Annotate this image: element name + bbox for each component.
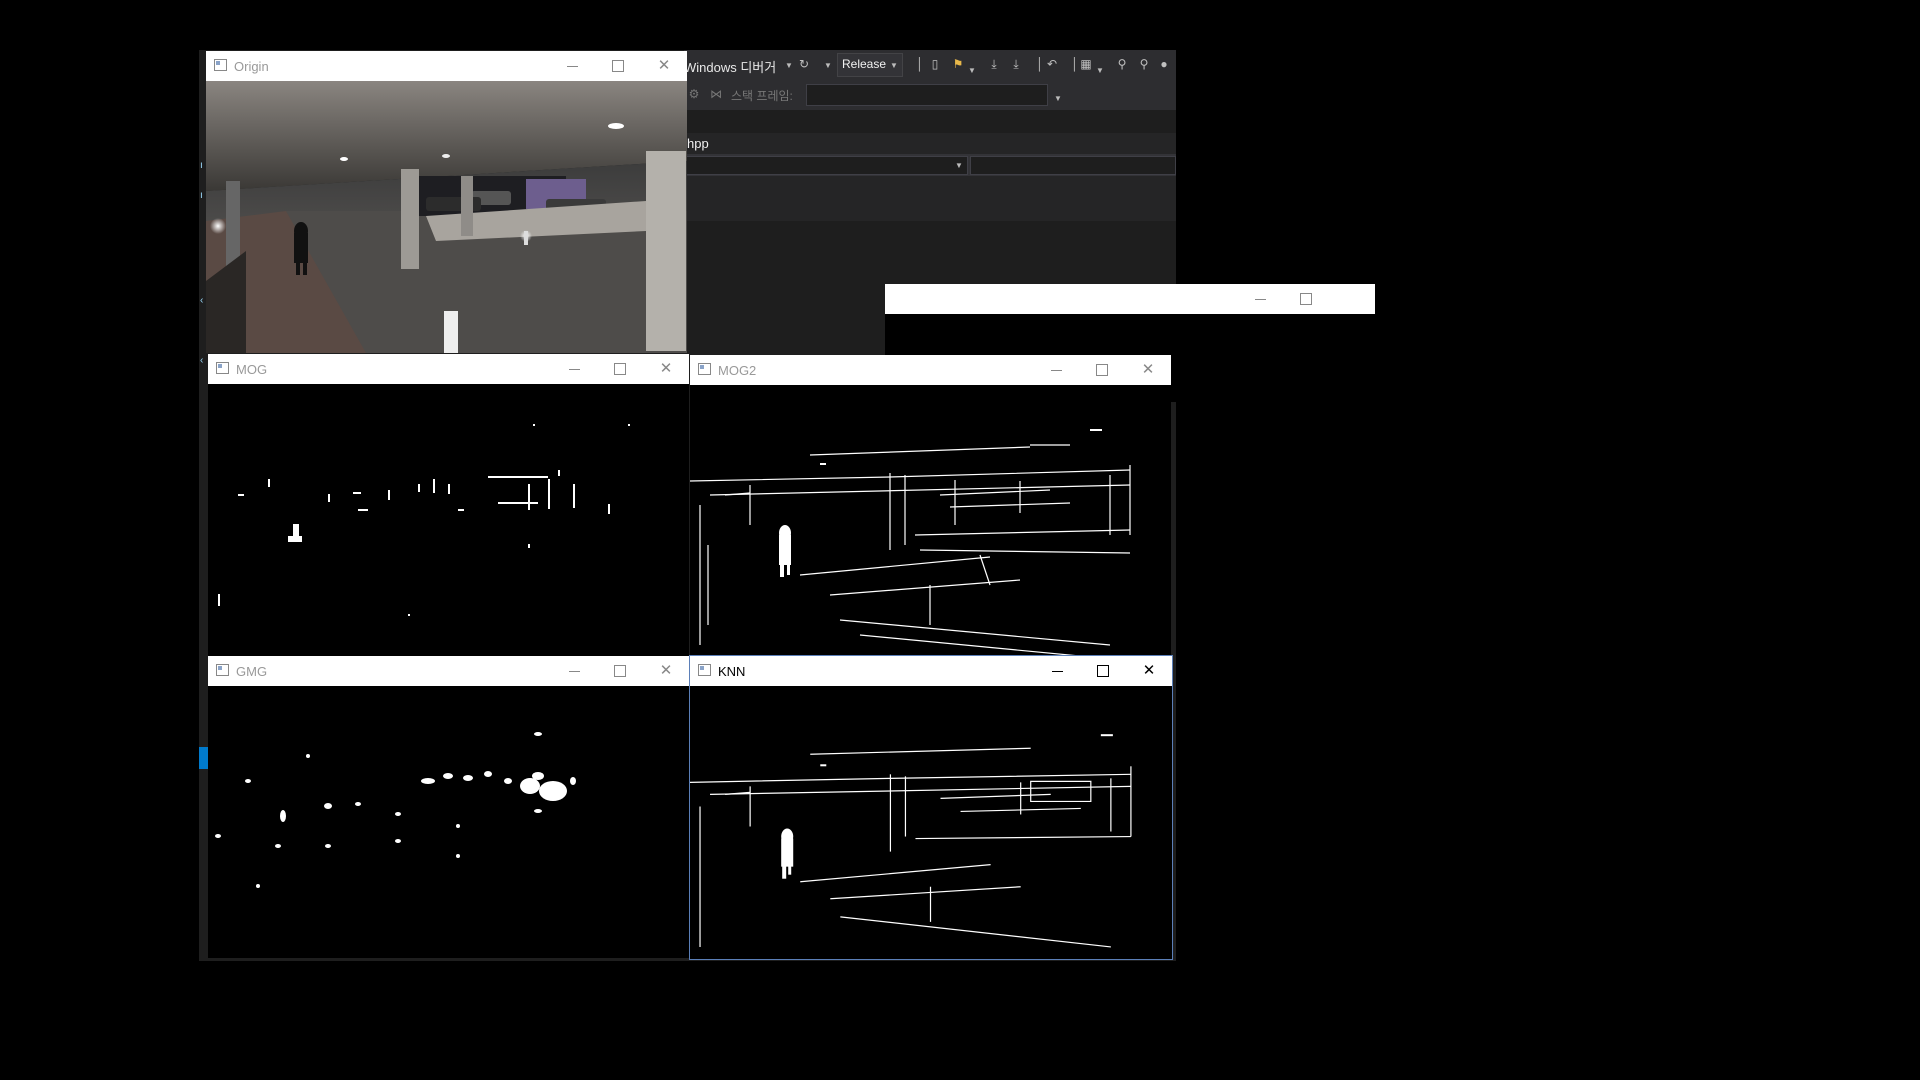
window-titlebar[interactable]: KNN ✕ [690,656,1172,686]
chevron-down-icon[interactable]: ▼ [968,66,976,75]
video-frame [206,81,687,353]
window-title: Origin [234,59,269,74]
minimize-icon[interactable] [1034,656,1080,686]
strip-glyph: ı [200,160,203,171]
config-label: Release [842,57,887,71]
app-icon [216,664,229,676]
vs-toolbar: Windows 디버거 ▼ ↻ ▼ Release ▼ │ ▯ ⚑ ▼ ⤓ ⤓ … [684,50,1176,80]
file-tab[interactable]: hpp [687,136,709,151]
config-dropdown[interactable]: Release ▼ [837,53,903,77]
window-titlebar[interactable]: GMG ✕ [208,656,689,686]
flag-icon[interactable]: ⚑ [950,56,966,72]
download-all-icon[interactable]: ⤓ [1008,56,1024,72]
filter-icon[interactable]: ⋈ [708,86,724,102]
foreground-mask [690,385,1171,657]
zoom-out-icon[interactable]: ⚲ [1136,56,1152,72]
window-title: KNN [718,664,746,679]
close-icon[interactable]: ✕ [1126,656,1172,686]
debugger-label: Windows 디버거 [684,60,777,75]
strip-glyph: ‹ [200,355,204,366]
app-icon [698,363,711,375]
app-icon [216,362,229,374]
chevron-down-icon[interactable]: ▼ [785,61,793,70]
maximize-icon[interactable] [1283,284,1329,314]
background-window-titlebar [885,284,1375,314]
parking-garage-image [206,81,687,353]
knn-mask-image [690,734,1132,948]
foreground-mask [208,686,689,958]
mog2-mask-image [690,429,1131,657]
mog-mask-image [218,424,630,616]
app-icon [214,59,227,71]
window-titlebar[interactable]: Origin ✕ [206,51,687,81]
close-icon[interactable]: ✕ [643,354,689,384]
chevron-down-icon: ▼ [955,161,963,170]
minimize-icon[interactable] [551,354,597,384]
vs-debug-location-toolbar: ⚙ ⋈ 스택 프레임: ▼ [684,80,1176,110]
mog2-window: MOG2 ✕ [690,355,1171,657]
separator-icon: │ [916,57,924,71]
minimize-icon[interactable] [1033,355,1079,385]
knn-window: KNN ✕ [689,655,1173,960]
hand-icon[interactable]: ● [1156,56,1172,72]
strip-glyph: ‹ [200,295,204,306]
thread-icon[interactable]: ⚙ [686,86,702,102]
chevron-down-icon[interactable]: ▼ [1054,94,1062,103]
stack-frame-dropdown[interactable] [806,84,1048,106]
strip-highlight [199,747,208,769]
editor-header [684,133,1176,221]
maximize-icon[interactable] [1080,656,1126,686]
minimize-icon[interactable] [551,656,597,686]
window-titlebar[interactable]: MOG ✕ [208,354,689,384]
mog-window: MOG ✕ [208,354,689,656]
close-icon[interactable]: ✕ [643,656,689,686]
window-title: MOG2 [718,363,757,378]
minimize-icon[interactable] [549,51,595,81]
foreground-mask [208,384,689,656]
debugger-dropdown[interactable]: Windows 디버거 [684,57,776,76]
zoom-in-icon[interactable]: ⚲ [1114,56,1130,72]
refresh-icon[interactable]: ↻ [796,56,812,72]
strip-glyph: ı [200,190,203,201]
maximize-icon[interactable] [1079,355,1125,385]
undo-icon[interactable]: ↶ [1044,56,1060,72]
close-icon[interactable]: ✕ [641,51,687,81]
chevron-down-icon[interactable]: ▼ [824,61,832,70]
close-icon[interactable]: ✕ [1125,355,1171,385]
maximize-icon[interactable] [595,51,641,81]
window-title: MOG [236,362,268,377]
download-icon[interactable]: ⤓ [986,56,1002,72]
minimize-icon[interactable] [1237,284,1283,314]
grid-icon[interactable]: ▦ [1078,56,1094,72]
chevron-down-icon[interactable]: ▼ [1096,66,1104,75]
gmg-window: GMG ✕ [208,656,689,958]
origin-window: Origin ✕ [206,51,687,353]
bookmark-icon[interactable]: ▯ [927,56,943,72]
scope-dropdown[interactable]: ▼ [686,156,968,175]
maximize-icon[interactable] [597,656,643,686]
gmg-mask-image [215,732,576,888]
chevron-down-icon: ▼ [890,61,898,70]
member-dropdown[interactable] [970,156,1176,175]
window-title: GMG [236,664,268,679]
foreground-mask [690,686,1172,959]
app-icon [698,664,711,676]
stack-frame-label: 스택 프레임: [731,89,793,103]
window-titlebar[interactable]: MOG2 ✕ [690,355,1171,385]
navigation-bar: ▼ [684,154,1176,176]
maximize-icon[interactable] [597,354,643,384]
